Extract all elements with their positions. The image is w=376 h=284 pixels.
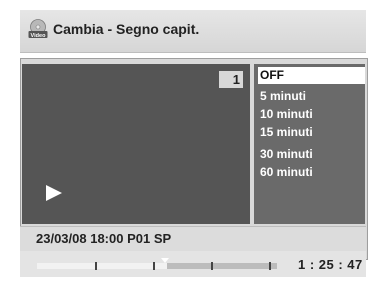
chapter-tick	[211, 262, 213, 270]
progress-fill	[37, 263, 167, 269]
menu-option[interactable]: OFF	[258, 67, 365, 84]
chapter-tick	[269, 262, 271, 270]
menu-option[interactable]: 10 minuti	[258, 106, 365, 123]
play-icon	[46, 185, 62, 201]
title-bar: Video Cambia - Segno capit.	[20, 10, 366, 53]
chapter-number-badge: 1	[219, 71, 243, 88]
menu-option[interactable]: 30 minuti	[258, 146, 365, 163]
playback-position-marker	[161, 258, 169, 263]
page-title: Cambia - Segno capit.	[53, 21, 200, 37]
menu-option[interactable]: 5 minuti	[258, 88, 365, 105]
elapsed-time: 1 : 25 : 47	[298, 257, 363, 272]
menu-option[interactable]: 60 minuti	[258, 164, 365, 181]
recording-info: 23/03/08 18:00 P01 SP	[36, 231, 172, 246]
chapter-tick	[95, 262, 97, 270]
chapter-tick	[153, 262, 155, 270]
menu-option[interactable]: 15 minuti	[258, 124, 365, 141]
video-icon-label: Video	[31, 33, 47, 39]
video-disc-icon: Video	[28, 19, 48, 39]
playback-progress-bar	[37, 263, 277, 269]
dvd-recorder-screen: Video Cambia - Segno capit. 1 OFF 5 minut…	[0, 0, 376, 284]
